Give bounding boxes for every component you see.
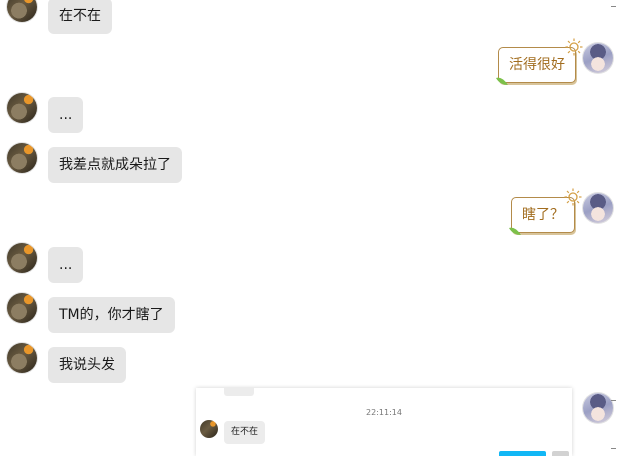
embedded-message-bubble: 在不在 <box>224 421 266 444</box>
message-bubble-left: TM的，你才瞎了 <box>48 297 175 333</box>
sun-decoration-icon <box>564 188 582 206</box>
message-bubble-left: 我差点就成朵拉了 <box>48 147 182 183</box>
scroll-edge-mark <box>611 6 616 7</box>
embedded-send-button <box>499 451 546 456</box>
message-text: 活得很好 <box>509 57 565 73</box>
message-bubble-left: ... <box>48 247 84 283</box>
contact-avatar[interactable] <box>7 293 37 323</box>
embedded-send-dropdown <box>552 451 569 456</box>
sun-decoration-icon <box>565 38 583 56</box>
leaf-decoration-icon <box>496 77 508 85</box>
message-bubble-left: 我说头发 <box>48 347 126 383</box>
contact-avatar[interactable] <box>7 93 37 123</box>
contact-avatar[interactable] <box>7 0 37 22</box>
self-avatar[interactable] <box>583 43 613 73</box>
embedded-contact-avatar <box>200 420 218 438</box>
embedded-screenshot[interactable]: 22:11:14 在不在 <box>196 388 572 456</box>
embedded-timestamp: 22:11:14 <box>366 408 402 417</box>
contact-avatar[interactable] <box>7 243 37 273</box>
message-bubble-right: 瞎了？ <box>509 188 582 235</box>
self-avatar[interactable] <box>583 193 613 223</box>
scroll-edge-mark <box>611 400 616 401</box>
contact-avatar[interactable] <box>7 343 37 373</box>
contact-avatar[interactable] <box>7 143 37 173</box>
message-bubble-right: 活得很好 <box>496 38 583 85</box>
embedded-bubble-stub <box>224 388 254 396</box>
self-avatar[interactable] <box>583 393 613 423</box>
message-bubble-left: 在不在 <box>48 0 112 34</box>
scroll-edge-mark <box>611 448 616 449</box>
message-text: 瞎了？ <box>522 207 564 223</box>
leaf-decoration-icon <box>509 227 521 235</box>
message-bubble-left: ... <box>48 97 84 133</box>
